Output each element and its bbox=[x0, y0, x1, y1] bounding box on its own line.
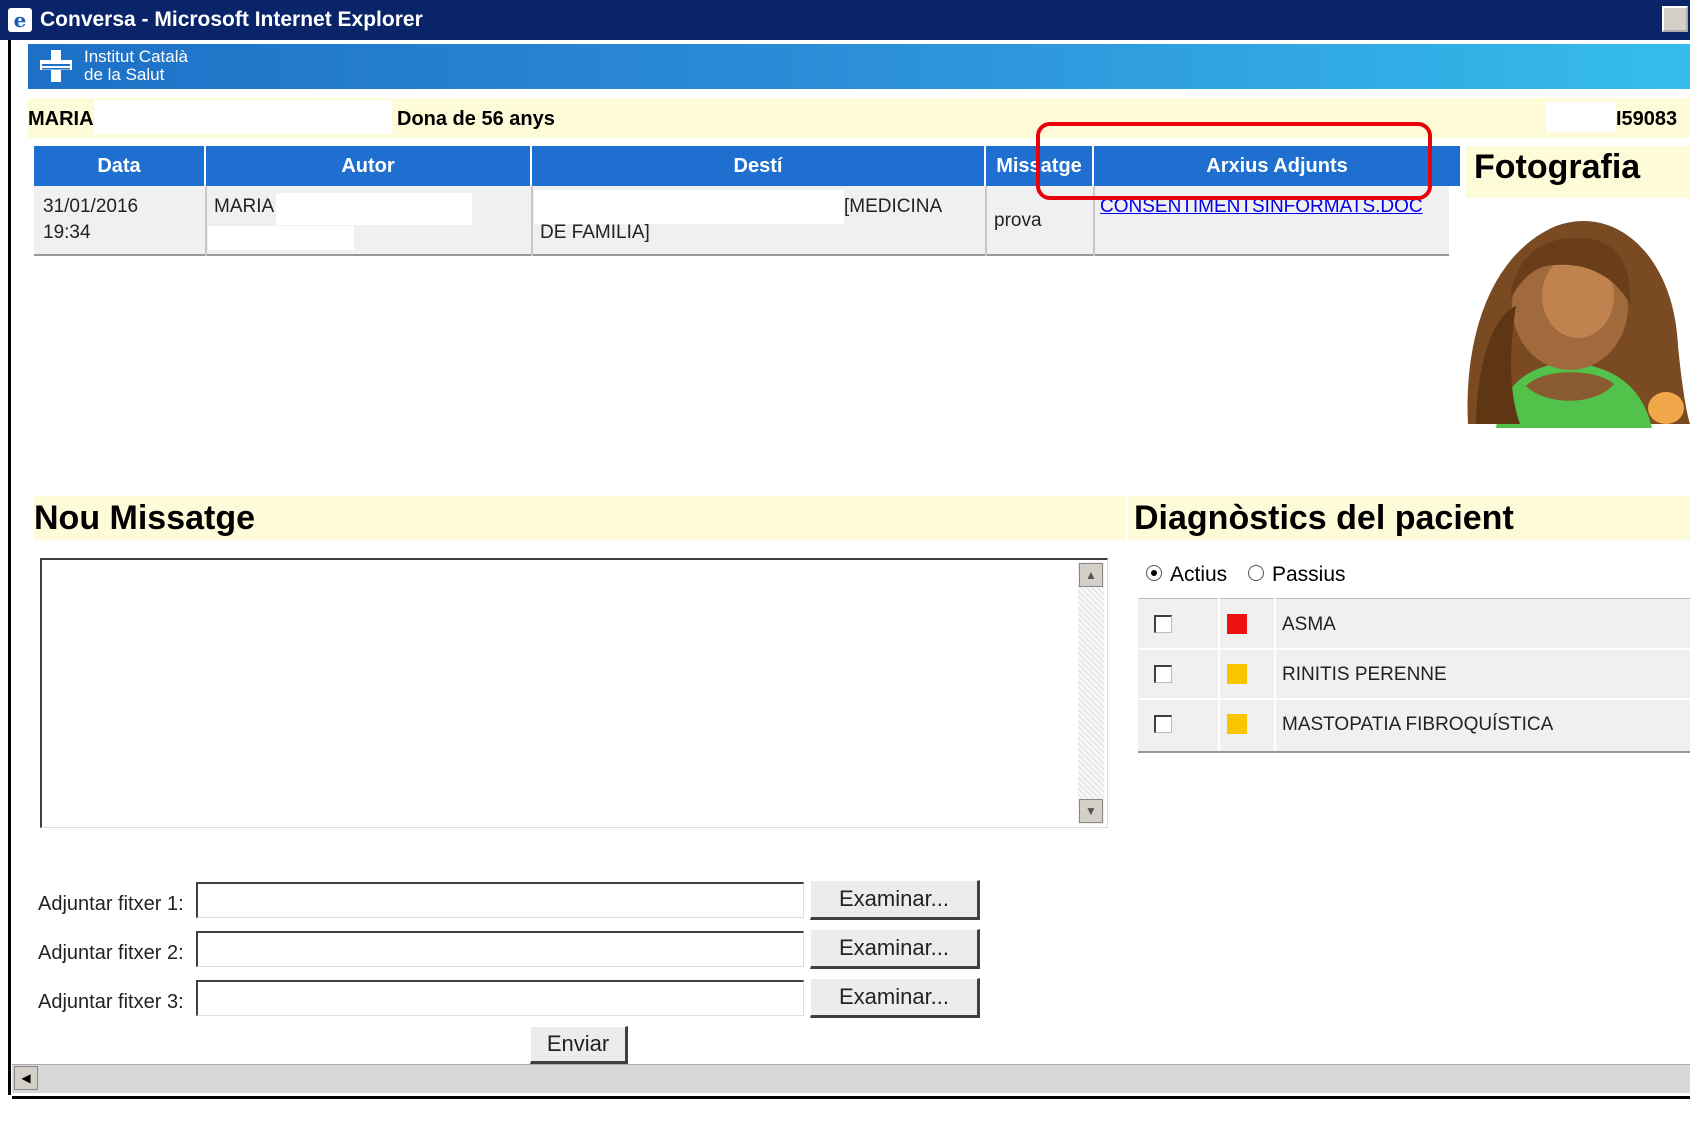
diagnosis-checkbox[interactable] bbox=[1154, 665, 1172, 683]
message-time: 19:34 bbox=[43, 222, 91, 243]
browse-file-1-button[interactable]: Examinar... bbox=[810, 880, 980, 920]
window-control-button[interactable] bbox=[1662, 6, 1688, 32]
horizontal-scrollbar[interactable] bbox=[12, 1064, 1690, 1093]
column-divider bbox=[531, 186, 533, 256]
highlight-annotation-box bbox=[1036, 122, 1432, 200]
status-bar-border bbox=[12, 1096, 1690, 1099]
severity-indicator bbox=[1227, 714, 1247, 734]
attach-file-2-input[interactable] bbox=[196, 931, 804, 967]
photo-title: Fotografia bbox=[1474, 148, 1641, 186]
diagnostics-title: Diagnòstics del pacient bbox=[1134, 499, 1514, 537]
window-title-bar: Conversa - Microsoft Internet Explorer bbox=[0, 0, 1690, 40]
attach-file-3-label: Adjuntar fitxer 3: bbox=[38, 991, 184, 1013]
new-message-title: Nou Missatge bbox=[34, 499, 256, 537]
redacted-block bbox=[208, 226, 354, 250]
patient-avatar-icon bbox=[1467, 220, 1690, 428]
patient-description: Dona de 56 anys bbox=[397, 108, 555, 130]
organization-name: Institut Català de la Salut bbox=[84, 48, 188, 84]
scroll-up-icon[interactable]: ▲ bbox=[1079, 563, 1103, 587]
row-divider bbox=[1138, 648, 1690, 650]
column-divider bbox=[1274, 598, 1276, 750]
organization-line-2: de la Salut bbox=[84, 65, 165, 84]
ics-cross-logo-icon bbox=[40, 50, 72, 82]
message-destination-line-1: [MEDICINA bbox=[844, 196, 943, 217]
window-frame bbox=[8, 40, 11, 1095]
send-button[interactable]: Enviar bbox=[530, 1026, 628, 1064]
filter-passive-label: Passius bbox=[1272, 563, 1346, 586]
message-destination-line-2: DE FAMILIA] bbox=[540, 222, 650, 243]
column-header-date: Data bbox=[34, 146, 206, 186]
redacted-block bbox=[1546, 102, 1616, 132]
scroll-left-icon[interactable]: ◀ bbox=[14, 1066, 38, 1090]
filter-passive-radio[interactable] bbox=[1248, 565, 1264, 581]
diagnosis-name: MASTOPATIA FIBROQUÍSTICA bbox=[1282, 714, 1554, 735]
filter-active-radio[interactable] bbox=[1146, 565, 1162, 581]
redacted-block bbox=[276, 193, 472, 225]
browse-file-3-button[interactable]: Examinar... bbox=[810, 978, 980, 1018]
diagnosis-checkbox[interactable] bbox=[1154, 715, 1172, 733]
attach-file-1-label: Adjuntar fitxer 1: bbox=[38, 893, 184, 915]
message-textarea[interactable] bbox=[40, 558, 1108, 828]
textarea-scrollbar[interactable] bbox=[1078, 562, 1104, 824]
redacted-block bbox=[534, 190, 844, 224]
row-divider bbox=[1138, 698, 1690, 700]
scroll-down-icon[interactable]: ▼ bbox=[1079, 799, 1103, 823]
patient-id: I59083 bbox=[1616, 108, 1678, 130]
attach-file-1-input[interactable] bbox=[196, 882, 804, 918]
browse-file-2-button[interactable]: Examinar... bbox=[810, 929, 980, 969]
header-banner bbox=[28, 44, 1690, 89]
column-divider bbox=[985, 186, 987, 256]
diagnosis-name: RINITIS PERENNE bbox=[1282, 664, 1447, 685]
attach-file-3-input[interactable] bbox=[196, 980, 804, 1016]
filter-active-label: Actius bbox=[1170, 563, 1228, 586]
severity-indicator bbox=[1227, 664, 1247, 684]
attach-file-2-label: Adjuntar fitxer 2: bbox=[38, 942, 184, 964]
column-divider bbox=[1218, 598, 1220, 750]
column-header-destination: Destí bbox=[532, 146, 986, 186]
window-title: Conversa - Microsoft Internet Explorer bbox=[40, 8, 423, 31]
message-author: MARIA bbox=[214, 196, 275, 217]
column-divider bbox=[205, 186, 207, 256]
diagnosis-checkbox[interactable] bbox=[1154, 615, 1172, 633]
patient-name: MARIA bbox=[28, 108, 94, 130]
redacted-block bbox=[94, 100, 392, 134]
diagnosis-name: ASMA bbox=[1282, 614, 1336, 635]
severity-indicator bbox=[1227, 614, 1247, 634]
organization-line-1: Institut Català bbox=[84, 47, 188, 66]
message-date: 31/01/2016 bbox=[43, 196, 139, 217]
message-text: prova bbox=[994, 210, 1042, 231]
internet-explorer-icon: e bbox=[8, 8, 32, 32]
column-header-author: Autor bbox=[206, 146, 532, 186]
